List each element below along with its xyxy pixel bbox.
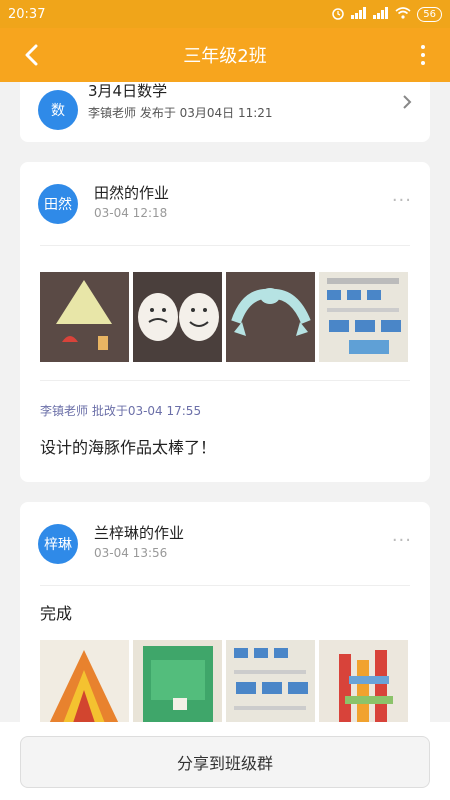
signal-icon (373, 6, 389, 22)
teacher-comment: 设计的海豚作品太棒了！ (40, 438, 217, 457)
submit-time: 03-04 13:56 (94, 546, 168, 560)
photo-grid (40, 640, 408, 722)
back-arrow-icon[interactable] (16, 40, 46, 70)
alarm-icon (331, 6, 345, 23)
divider (40, 585, 410, 586)
homework-photo[interactable] (133, 640, 222, 722)
submit-time: 03-04 12:18 (94, 206, 168, 220)
chevron-right-icon (402, 94, 412, 114)
divider (40, 380, 410, 381)
homework-photo[interactable] (226, 272, 315, 362)
more-horizontal-icon[interactable]: ··· (392, 530, 412, 551)
homework-photo[interactable] (319, 640, 408, 722)
content-area[interactable]: 数 3月4日数学 李镇老师 发布于 03月04日 11:21 田然 田然的作业 … (0, 82, 450, 722)
notice-subtitle: 李镇老师 发布于 03月04日 11:21 (88, 106, 273, 120)
homework-photo[interactable] (40, 640, 129, 722)
notice-title: 3月4日数学 (88, 82, 168, 100)
more-horizontal-icon[interactable]: ··· (392, 190, 412, 211)
homework-photo[interactable] (226, 640, 315, 722)
page-title: 三年级2班 (183, 46, 267, 67)
photo-grid (40, 272, 408, 362)
student-avatar: 田然 (38, 184, 78, 224)
student-avatar: 梓琳 (38, 524, 78, 564)
notice-card[interactable]: 数 3月4日数学 李镇老师 发布于 03月04日 11:21 (20, 82, 430, 142)
student-homework-title: 兰梓琳的作业 (94, 524, 185, 542)
homework-card: 田然 田然的作业 03-04 12:18 ··· 李镇老师 批改于03-04 1… (20, 162, 430, 482)
bottom-bar: 分享到班级群 (0, 722, 450, 800)
battery-indicator: 56 (417, 6, 442, 22)
homework-photo[interactable] (133, 272, 222, 362)
nav-bar: 三年级2班 (0, 28, 450, 82)
comment-meta: 李镇老师 批改于03-04 17:55 (40, 404, 202, 418)
wifi-icon (395, 6, 411, 22)
homework-text: 完成 (40, 604, 73, 623)
status-bar: 20:37 56 (0, 0, 450, 28)
more-vertical-icon[interactable] (418, 41, 428, 69)
homework-photo[interactable] (319, 272, 408, 362)
homework-photo[interactable] (40, 272, 129, 362)
homework-card: 梓琳 兰梓琳的作业 03-04 13:56 ··· 完成 (20, 502, 430, 722)
student-homework-title: 田然的作业 (94, 184, 170, 202)
divider (40, 245, 410, 246)
status-icons: 56 (331, 6, 442, 23)
subject-avatar: 数 (38, 90, 78, 130)
status-time: 20:37 (8, 6, 46, 22)
signal-icon (351, 6, 367, 22)
share-to-class-button[interactable]: 分享到班级群 (20, 736, 430, 788)
